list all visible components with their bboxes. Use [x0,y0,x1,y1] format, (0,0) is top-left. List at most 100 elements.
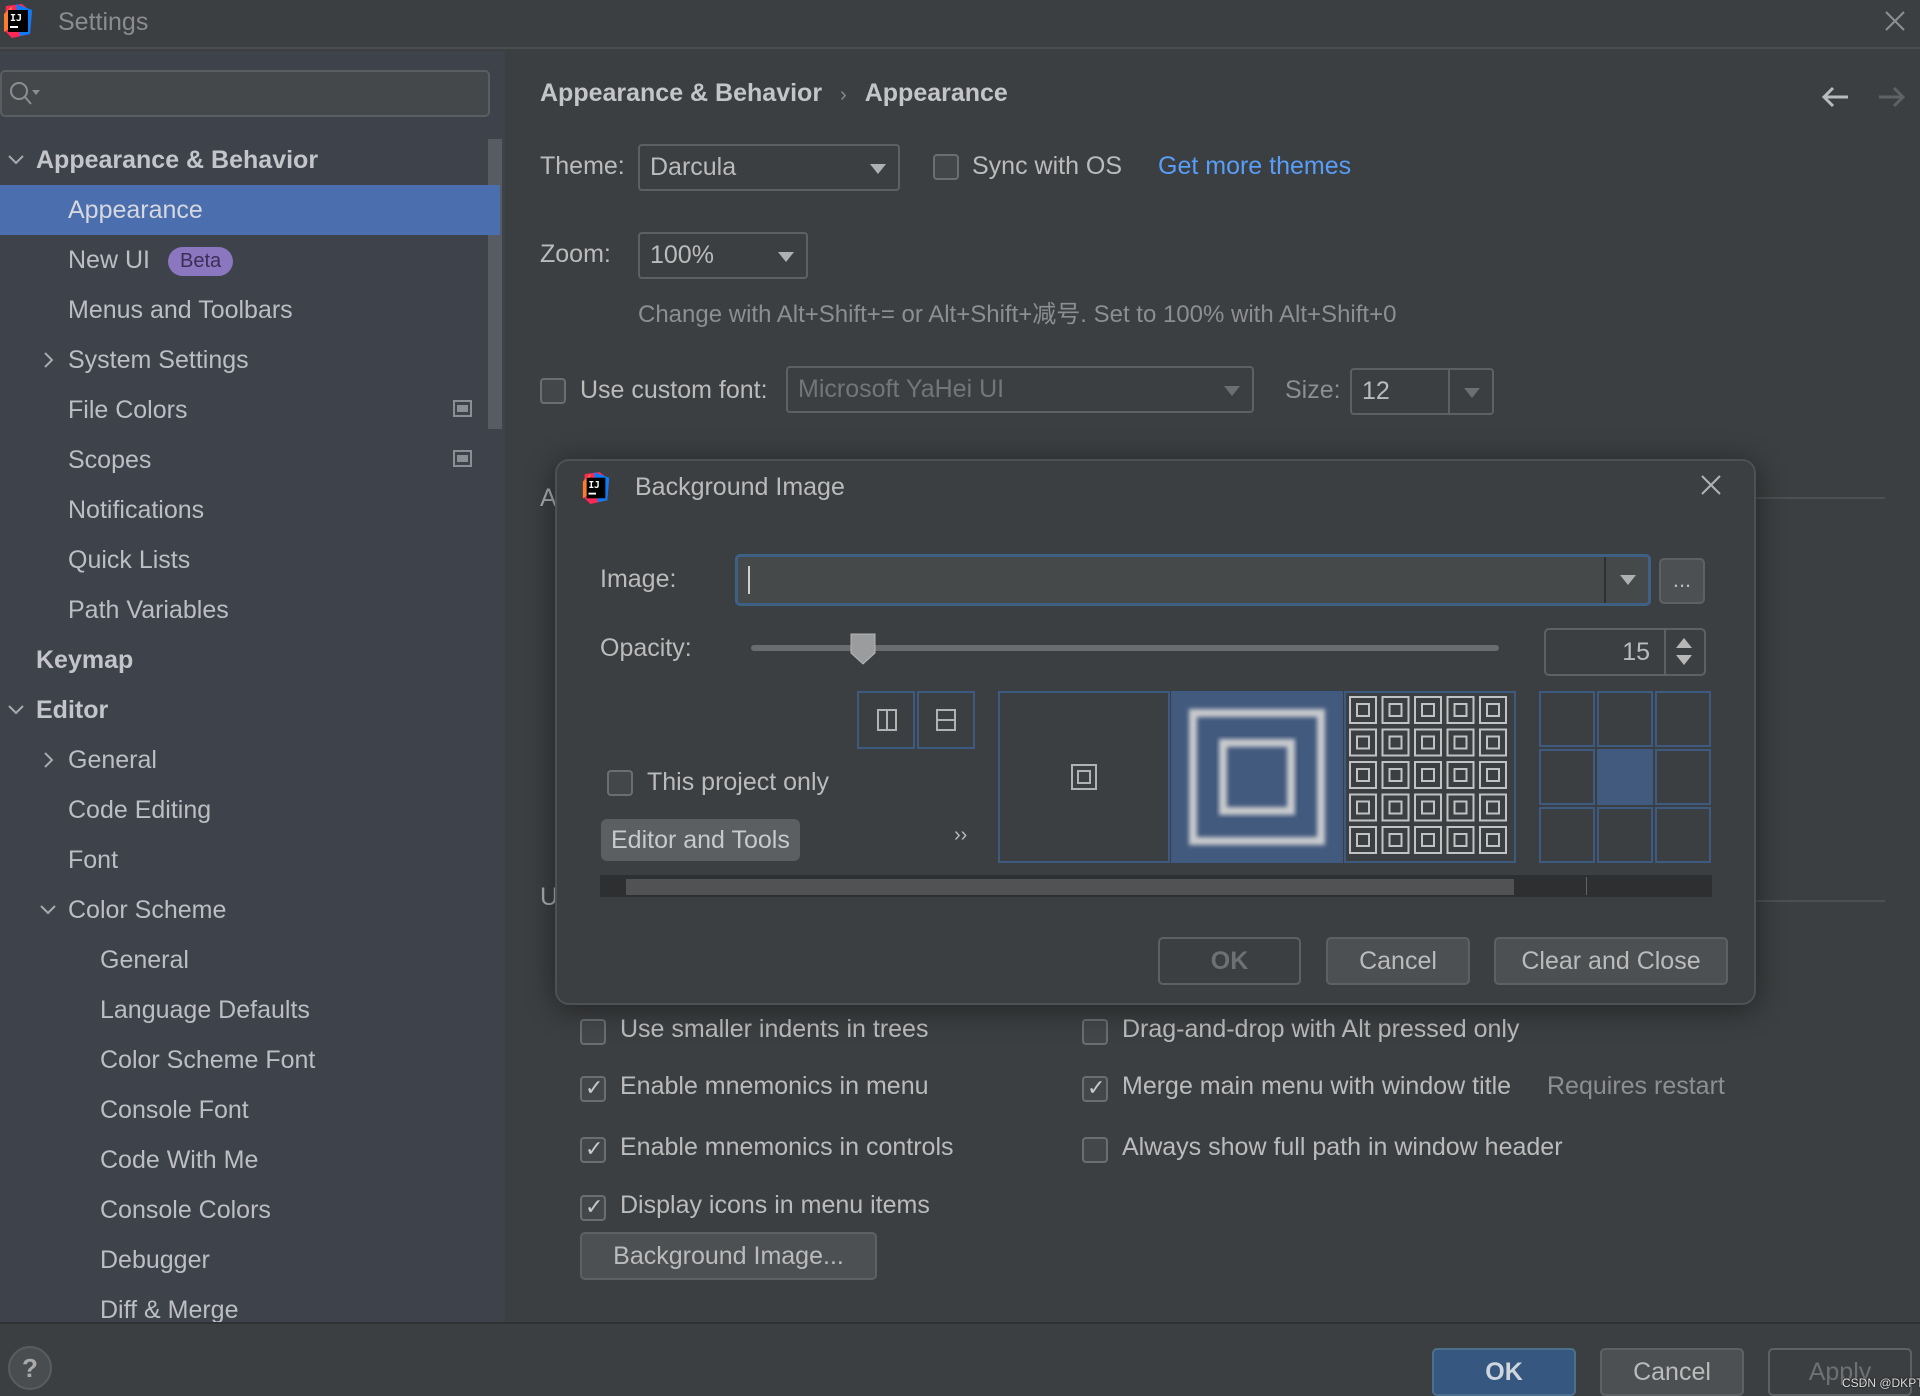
option-checkbox[interactable] [580,1019,606,1045]
tile-cell [1381,761,1410,789]
anchor-bottom-center[interactable] [1597,807,1653,863]
sidebar-item[interactable]: Code With Me [0,1135,500,1185]
sidebar-item[interactable]: Color Scheme Font [0,1035,500,1085]
option-checkbox[interactable] [1082,1019,1108,1045]
option-checkbox[interactable] [580,1136,606,1163]
option-checkbox[interactable] [580,1194,606,1221]
option-checkbox[interactable] [580,1075,606,1102]
more-options-icon[interactable]: ›› [954,824,967,847]
chevron-down-icon[interactable] [5,135,27,185]
browse-button[interactable]: ... [1659,558,1705,604]
anchor-top-right[interactable] [1655,691,1711,747]
project-scope-icon [453,400,472,417]
spinner-up-icon[interactable] [1676,638,1692,648]
sidebar-item[interactable]: Menus and Toolbars [0,285,500,335]
tile-cell [1446,696,1475,724]
settings-sidebar: Appearance & Behavior Appearance New UI Bet… [0,51,505,1322]
anchor-top-center[interactable] [1597,691,1653,747]
sidebar-item-label: Menus and Toolbars [68,296,293,324]
size-combo[interactable]: 12 [1350,368,1494,415]
sidebar-item[interactable]: Editor [0,685,500,735]
sidebar-item[interactable]: General [0,735,500,785]
tile-cell [1446,826,1475,854]
sidebar-item[interactable]: System Settings [0,335,500,385]
custom-font-checkbox[interactable] [540,378,566,404]
zoom-dropdown[interactable]: 100% [638,232,808,279]
fill-scale-option[interactable] [1171,691,1343,863]
chevron-right-icon[interactable] [37,335,59,385]
editor-and-tools-button[interactable]: Editor and Tools [601,819,800,861]
dialog-cancel-button[interactable]: Cancel [1326,937,1470,985]
sidebar-item[interactable]: Scopes [0,435,500,485]
chevron-down-icon[interactable] [37,885,59,935]
tile-cell [1414,793,1442,822]
close-window-icon[interactable] [1880,6,1910,36]
this-project-only-checkbox[interactable] [607,770,633,796]
flip-vertical-button[interactable] [917,691,975,749]
sidebar-item[interactable]: Path Variables [0,585,500,635]
chevron-down-icon[interactable] [1620,575,1636,585]
dialog-ok-button[interactable]: OK [1158,937,1301,985]
fill-tile-option[interactable] [1344,691,1516,863]
fill-center-option[interactable] [998,691,1170,863]
anchor-top-left[interactable] [1539,691,1595,747]
background-image-button[interactable]: Background Image... [580,1232,877,1280]
anchor-center[interactable] [1597,749,1653,805]
sidebar-item[interactable]: New UI Beta [0,235,500,285]
tile-cell-inner [1388,833,1403,847]
cancel-button[interactable]: Cancel [1600,1348,1744,1396]
option-checkbox[interactable] [1082,1137,1108,1163]
custom-font-dropdown[interactable]: Microsoft YaHei UI [786,366,1254,413]
sidebar-item[interactable]: Code Editing [0,785,500,835]
ok-button[interactable]: OK [1432,1348,1576,1396]
anchor-middle-right[interactable] [1655,749,1711,805]
spinner-down-icon[interactable] [1676,655,1692,665]
sidebar-item[interactable]: Keymap [0,635,500,685]
flip-horizontal-icon [877,709,897,731]
option-label: Merge main menu with window title [1122,1072,1512,1100]
combo-divider [1604,557,1606,603]
breadcrumb-separator: › [840,84,847,106]
section-separator [1755,900,1885,902]
chevron-down-icon[interactable] [5,685,27,735]
sidebar-item[interactable]: Console Colors [0,1185,500,1235]
help-button[interactable]: ? [8,1346,52,1390]
sidebar-item[interactable]: Font [0,835,500,885]
sidebar-item[interactable]: Quick Lists [0,535,500,585]
clear-and-close-button[interactable]: Clear and Close [1494,937,1728,985]
close-icon[interactable] [1697,471,1725,499]
sidebar-item[interactable]: Debugger [0,1235,500,1285]
anchor-bottom-left[interactable] [1539,807,1595,863]
sidebar-item[interactable]: General [0,935,500,985]
opacity-spinner[interactable]: 15 [1544,628,1706,676]
background-image-dialog: IJ Background Image Image: ... Opacity: … [555,459,1756,1005]
opacity-slider-thumb[interactable] [850,633,876,665]
tile-cell [1349,826,1377,854]
forward-arrow-icon[interactable] [1873,81,1909,113]
sidebar-item[interactable]: Appearance & Behavior [0,135,500,185]
chevron-right-icon[interactable] [37,735,59,785]
breadcrumb-item[interactable]: Appearance & Behavior [540,79,822,107]
anchor-middle-left[interactable] [1539,749,1595,805]
sidebar-item[interactable]: Language Defaults [0,985,500,1035]
back-arrow-icon[interactable] [1818,81,1854,113]
theme-dropdown[interactable]: Darcula [638,144,900,191]
sidebar-item[interactable]: Diff & Merge [0,1285,500,1322]
tile-cell [1479,728,1507,757]
preview-scrollbar[interactable] [626,879,1514,895]
get-more-themes-link[interactable]: Get more themes [1158,152,1351,181]
search-input[interactable] [0,70,490,117]
anchor-bottom-right[interactable] [1655,807,1711,863]
sidebar-item[interactable]: Console Font [0,1085,500,1135]
option-checkbox[interactable] [1082,1075,1108,1102]
image-path-input[interactable] [735,554,1651,606]
sidebar-item[interactable]: Color Scheme [0,885,500,935]
svg-text:IJ: IJ [589,480,600,491]
flip-horizontal-button[interactable] [857,691,915,749]
sidebar-item[interactable]: File Colors [0,385,500,435]
tile-cell [1446,793,1475,822]
preview-area [600,875,1712,897]
sidebar-item[interactable]: Appearance [0,185,500,235]
sidebar-item[interactable]: Notifications [0,485,500,535]
sync-with-os-checkbox[interactable] [933,154,959,180]
